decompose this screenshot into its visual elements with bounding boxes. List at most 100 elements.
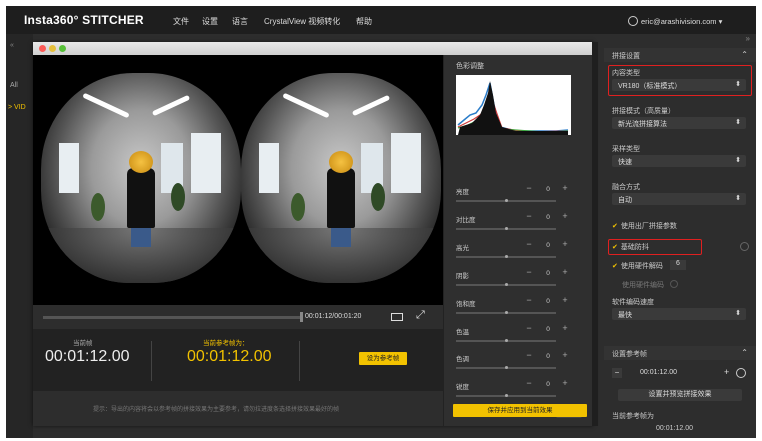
menu-help[interactable]: 帮助 bbox=[356, 16, 372, 27]
highlights-knob[interactable] bbox=[505, 255, 508, 258]
app-brand: Insta360° STITCHER bbox=[24, 13, 144, 27]
stitcher-app: Insta360° STITCHER 文件 设置 语言 CrystalView … bbox=[6, 6, 756, 438]
saturation-knob[interactable] bbox=[505, 311, 508, 314]
stitch-settings-title: 拼接设置 bbox=[612, 53, 640, 60]
playback-bar: 00:01:12/00:01:20 ⤢ bbox=[33, 305, 443, 329]
brightness-plus[interactable]: + bbox=[560, 184, 570, 194]
current-frame-label: 当前帧 bbox=[73, 340, 93, 347]
clock-icon[interactable] bbox=[736, 368, 746, 378]
ref-frame-time[interactable]: 00:01:12.00 bbox=[640, 369, 677, 376]
left-sidebar: « All > VID bbox=[6, 34, 33, 438]
sharpness-label: 锐度 bbox=[456, 384, 469, 391]
saturation-minus[interactable]: − bbox=[524, 296, 534, 306]
ref-minus-button[interactable]: − bbox=[612, 368, 622, 378]
brightness-knob[interactable] bbox=[505, 199, 508, 202]
filter-all[interactable]: All bbox=[10, 82, 18, 89]
save-apply-button[interactable]: 保存并应用到当前效果 bbox=[453, 404, 587, 417]
tint-label: 色调 bbox=[456, 356, 469, 363]
blend-select[interactable]: 自动 ⬍ bbox=[612, 193, 746, 205]
menu-settings[interactable]: 设置 bbox=[202, 16, 218, 27]
temperature-knob[interactable] bbox=[505, 339, 508, 342]
sw-speed-select[interactable]: 最快 ⬍ bbox=[612, 308, 746, 320]
temperature-minus[interactable]: − bbox=[524, 324, 534, 334]
stitch-settings-header[interactable]: 拼接设置 ⌃ bbox=[604, 48, 756, 62]
sharpness-minus[interactable]: − bbox=[524, 379, 534, 389]
tint-knob[interactable] bbox=[505, 366, 508, 369]
shadows-value[interactable]: 0 bbox=[541, 270, 555, 277]
menu-language[interactable]: 语言 bbox=[232, 16, 248, 27]
brightness-minus[interactable]: − bbox=[524, 184, 534, 194]
contrast-knob[interactable] bbox=[505, 227, 508, 230]
timeline-knob[interactable] bbox=[300, 312, 303, 322]
file-item[interactable]: > VID bbox=[8, 104, 26, 111]
hw-decode-checkbox[interactable]: ✔ 使用硬件解码 bbox=[612, 261, 663, 271]
highlights-label: 高光 bbox=[456, 245, 469, 252]
select-arrow-icon: ⬍ bbox=[735, 119, 741, 126]
saturation-plus[interactable]: + bbox=[560, 296, 570, 306]
tint-minus[interactable]: − bbox=[524, 351, 534, 361]
checkmark-icon: ✔ bbox=[612, 223, 618, 230]
temperature-label: 色温 bbox=[456, 329, 469, 336]
stitch-settings-panel: » 拼接设置 ⌃ 内容类型 VR180（标准模式） ⬍ 拼接模式（高质量） 新光流拼… bbox=[604, 34, 756, 438]
color-adjust-panel: 色彩调整 亮度 − 0 + 对比度 − 0 + 高光 − 0 + 阴影 − 0 … bbox=[443, 55, 594, 426]
temperature-plus[interactable]: + bbox=[560, 324, 570, 334]
sharpness-value[interactable]: 0 bbox=[541, 381, 555, 388]
stitch-mode-label: 拼接模式（高质量） bbox=[612, 108, 675, 115]
brightness-value[interactable]: 0 bbox=[541, 186, 555, 193]
ref-frame-title: 设置参考帧 bbox=[612, 351, 647, 358]
view-mode-icon[interactable] bbox=[391, 313, 403, 321]
sampling-select[interactable]: 快速 ⬍ bbox=[612, 155, 746, 167]
highlight-content-type bbox=[608, 65, 752, 96]
factory-params-checkbox[interactable]: ✔ 使用出厂拼接参数 bbox=[612, 221, 677, 231]
saturation-value[interactable]: 0 bbox=[541, 298, 555, 305]
stitch-mode-select[interactable]: 新光流拼接算法 ⬍ bbox=[612, 117, 746, 129]
hw-encode-checkbox[interactable]: 使用硬件编码 bbox=[622, 280, 664, 290]
contrast-minus[interactable]: − bbox=[524, 212, 534, 222]
menu-crystalview[interactable]: CrystalView 视频转化 bbox=[264, 16, 340, 27]
right-lens-view bbox=[241, 73, 441, 283]
shadows-plus[interactable]: + bbox=[560, 268, 570, 278]
histogram bbox=[456, 75, 571, 135]
info-icon[interactable] bbox=[740, 242, 749, 251]
hw-decode-count[interactable]: 6 bbox=[670, 260, 686, 270]
set-ref-frame-button[interactable]: 设为参考帧 bbox=[359, 352, 407, 365]
highlights-minus[interactable]: − bbox=[524, 240, 534, 250]
brightness-label: 亮度 bbox=[456, 189, 469, 196]
timeline-slider[interactable] bbox=[43, 316, 303, 319]
tint-plus[interactable]: + bbox=[560, 351, 570, 361]
highlights-plus[interactable]: + bbox=[560, 240, 570, 250]
ref-frame-value: 00:01:12.00 bbox=[187, 348, 272, 365]
tint-value[interactable]: 0 bbox=[541, 353, 555, 360]
ref-frame-label: 当前参考帧为： bbox=[203, 340, 249, 347]
user-menu[interactable]: eric@arashivision.com ▾ bbox=[628, 16, 722, 26]
shadows-minus[interactable]: − bbox=[524, 268, 534, 278]
collapse-right-icon[interactable]: » bbox=[746, 34, 750, 43]
menu-file[interactable]: 文件 bbox=[173, 16, 189, 27]
set-preview-stitch-button[interactable]: 设置并预览拼接效果 bbox=[618, 389, 742, 401]
hint-text: 提示：导出的内容将会以参考帧的拼接效果为主要参考，请勿拉进度条选择拼接效果最好的… bbox=[93, 407, 340, 413]
collapse-left-icon[interactable]: « bbox=[10, 42, 14, 49]
highlights-value[interactable]: 0 bbox=[541, 242, 555, 249]
video-preview[interactable] bbox=[33, 55, 443, 305]
temperature-value[interactable]: 0 bbox=[541, 326, 555, 333]
fullscreen-icon[interactable]: ⤢ bbox=[416, 309, 425, 322]
chevron-up-icon: ⌃ bbox=[741, 50, 748, 59]
sw-speed-label: 软件编码速度 bbox=[612, 299, 654, 306]
info-icon[interactable] bbox=[670, 280, 678, 288]
minimize-window-button[interactable] bbox=[49, 45, 56, 52]
contrast-label: 对比度 bbox=[456, 217, 476, 224]
shadows-knob[interactable] bbox=[505, 283, 508, 286]
contrast-value[interactable]: 0 bbox=[541, 214, 555, 221]
ref-frame-header[interactable]: 设置参考帧 ⌃ bbox=[604, 346, 756, 360]
sharpness-knob[interactable] bbox=[505, 394, 508, 397]
user-icon bbox=[628, 16, 638, 26]
ref-plus-button[interactable]: + bbox=[724, 367, 729, 377]
close-window-button[interactable] bbox=[39, 45, 46, 52]
dialog-scrollbar[interactable] bbox=[592, 42, 598, 426]
sharpness-plus[interactable]: + bbox=[560, 379, 570, 389]
menu-bar: Insta360° STITCHER 文件 设置 语言 CrystalView … bbox=[6, 6, 756, 34]
maximize-window-button[interactable] bbox=[59, 45, 66, 52]
current-ref-value: 00:01:12.00 bbox=[656, 425, 693, 432]
checkmark-icon: ✔ bbox=[612, 263, 618, 270]
contrast-plus[interactable]: + bbox=[560, 212, 570, 222]
